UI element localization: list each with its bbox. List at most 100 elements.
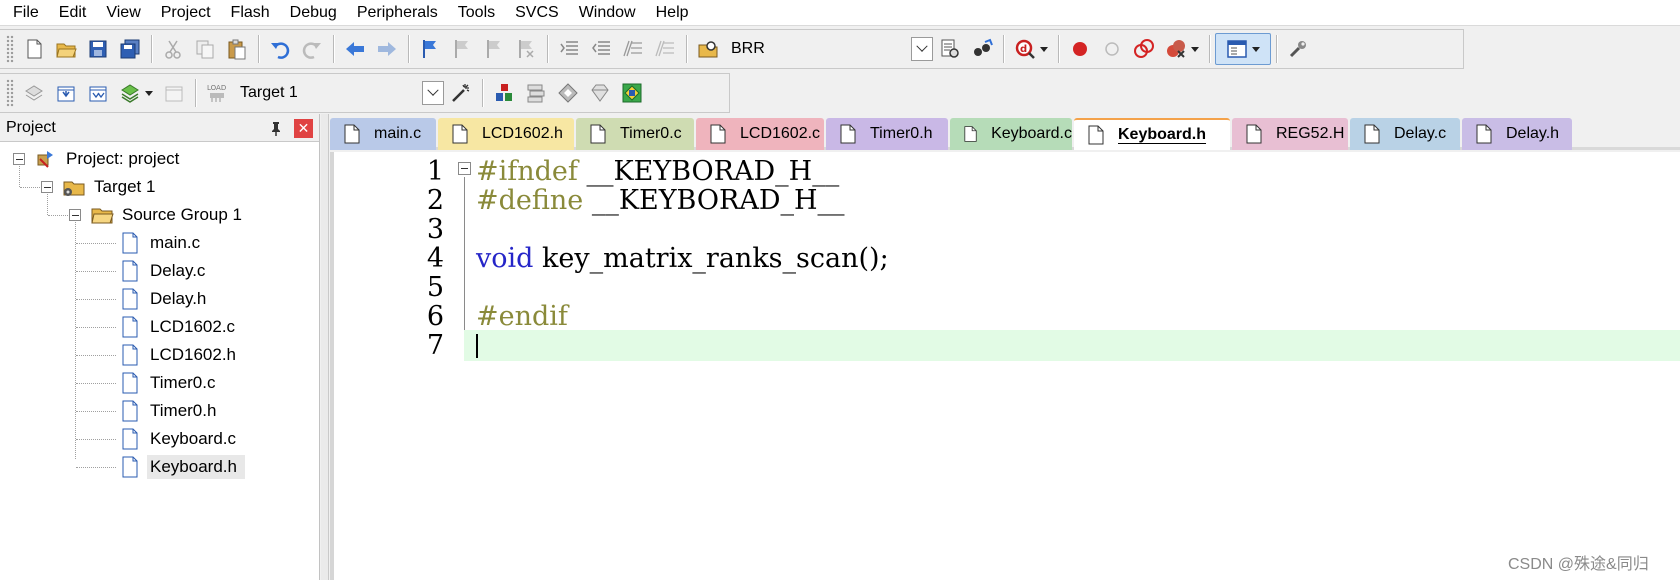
bookmark-clear-button[interactable] [510, 33, 542, 65]
save-button[interactable] [82, 33, 114, 65]
rebuild-button[interactable] [82, 77, 114, 109]
tree-source-group[interactable]: Source Group 1 [90, 201, 242, 229]
cut-button[interactable] [157, 33, 189, 65]
editor-tab[interactable]: Timer0.c [576, 118, 694, 150]
disable-breakpoint-button[interactable] [1096, 33, 1128, 65]
code-line[interactable]: 7 [427, 330, 1680, 361]
translate-button[interactable] [18, 77, 50, 109]
indent-button[interactable] [553, 33, 585, 65]
target-select[interactable]: Target 1 [233, 80, 445, 106]
tree-file-item[interactable]: Delay.h [118, 285, 206, 313]
find-combo-dropdown[interactable] [911, 37, 933, 61]
code-line[interactable]: 3 [334, 214, 1680, 245]
tree-file-item[interactable]: Keyboard.c [118, 425, 236, 453]
menu-view[interactable]: View [97, 1, 151, 25]
navigate-back-button[interactable] [339, 33, 371, 65]
line-number: 7 [426, 330, 444, 361]
menu-debug[interactable]: Debug [281, 1, 348, 25]
copy-button[interactable] [189, 33, 221, 65]
file-extensions-button[interactable] [488, 77, 520, 109]
incremental-find-button[interactable] [966, 33, 998, 65]
editor-tab[interactable]: LCD1602.h [438, 118, 574, 150]
configure-button[interactable] [1282, 33, 1314, 65]
project-tree: Project: project Target 1 Source Group 1… [0, 142, 319, 580]
tree-file-item[interactable]: Timer0.h [118, 397, 216, 425]
tree-file-item[interactable]: LCD1602.c [118, 313, 235, 341]
unindent-button[interactable] [585, 33, 617, 65]
toolbar-grip[interactable] [6, 35, 14, 63]
redo-button[interactable] [296, 33, 328, 65]
pin-icon[interactable] [268, 120, 284, 136]
pack-installer-button[interactable] [584, 77, 616, 109]
batch-build-button[interactable] [114, 77, 158, 109]
bookmark-toggle-button[interactable] [414, 33, 446, 65]
undo-button[interactable] [264, 33, 296, 65]
editor-tab[interactable]: main.c [330, 118, 436, 150]
tree-target[interactable]: Target 1 [62, 173, 155, 201]
code-line[interactable]: 2 #define __KEYBORAD_H__ [334, 185, 1680, 216]
build-button[interactable] [50, 77, 82, 109]
target-select-dropdown[interactable] [422, 81, 444, 105]
code-editor[interactable]: 1 #ifndef __KEYBORAD_H__ 2 #define __KEYBOR… [330, 152, 1680, 580]
menu-edit[interactable]: Edit [50, 1, 98, 25]
menu-peripherals[interactable]: Peripherals [348, 1, 449, 25]
code-line[interactable]: 4 void key_matrix_ranks_scan(); [334, 243, 1680, 274]
manage-books-button[interactable] [520, 77, 552, 109]
save-all-button[interactable] [114, 33, 146, 65]
save-icon [89, 40, 107, 58]
tree-collapse-toggle[interactable] [13, 153, 25, 165]
menu-window[interactable]: Window [570, 1, 647, 25]
find-button[interactable] [934, 33, 966, 65]
open-file-button[interactable] [50, 33, 82, 65]
menu-help[interactable]: Help [647, 1, 700, 25]
tree-file-label: Delay.c [150, 261, 206, 280]
insert-breakpoint-button[interactable] [1064, 33, 1096, 65]
code-line[interactable]: 6 #endif [334, 301, 1680, 332]
panel-splitter[interactable] [321, 114, 329, 580]
find-in-files-button[interactable] [692, 33, 724, 65]
menu-file[interactable]: File [4, 1, 50, 25]
editor-tab[interactable]: Delay.h [1462, 118, 1572, 150]
uncomment-button[interactable] [649, 33, 681, 65]
bookmark-prev-button[interactable] [446, 33, 478, 65]
tree-project-root[interactable]: Project: project [34, 145, 179, 173]
debug-session-button[interactable]: d [1009, 33, 1053, 65]
menu-flash[interactable]: Flash [222, 1, 281, 25]
code-line[interactable]: 5 [334, 272, 1680, 303]
tree-collapse-toggle[interactable] [69, 209, 81, 221]
window-layout-button[interactable] [1215, 33, 1271, 65]
tree-file-item[interactable]: Delay.c [118, 257, 205, 285]
tree-file-item[interactable]: Timer0.c [118, 369, 216, 397]
manage-rte-button[interactable] [552, 77, 584, 109]
tree-collapse-toggle[interactable] [41, 181, 53, 193]
menu-project[interactable]: Project [152, 1, 222, 25]
breakpoint-icon [1073, 42, 1087, 56]
navigate-forward-button[interactable] [371, 33, 403, 65]
tree-file-item-selected[interactable]: Keyboard.h [118, 453, 245, 481]
disable-all-breakpoints-button[interactable] [1128, 33, 1160, 65]
menu-tools[interactable]: Tools [449, 1, 506, 25]
code-line[interactable]: 1 #ifndef __KEYBORAD_H__ [334, 156, 1680, 187]
menu-svcs[interactable]: SVCS [506, 1, 570, 25]
new-file-button[interactable] [18, 33, 50, 65]
editor-tab[interactable]: Keyboard.h [1074, 118, 1230, 150]
editor-tab[interactable]: LCD1602.c [696, 118, 824, 150]
comment-button[interactable] [617, 33, 649, 65]
tree-file-item[interactable]: main.c [118, 229, 200, 257]
kill-all-breakpoints-button[interactable] [1160, 33, 1204, 65]
find-combo[interactable]: BRR [724, 36, 934, 62]
close-icon[interactable]: ✕ [294, 119, 313, 138]
bookmark-next-button[interactable] [478, 33, 510, 65]
stop-build-button[interactable] [158, 77, 190, 109]
download-button[interactable]: LOAD [201, 77, 233, 109]
select-packs-button[interactable] [616, 77, 648, 109]
tree-file-item[interactable]: LCD1602.h [118, 341, 236, 369]
editor-tab[interactable]: Timer0.h [826, 118, 948, 150]
paste-button[interactable] [221, 33, 253, 65]
file-icon [452, 124, 468, 144]
editor-tab[interactable]: Delay.c [1350, 118, 1460, 150]
editor-tab[interactable]: REG52.H [1232, 118, 1348, 150]
toolbar-grip[interactable] [6, 79, 14, 107]
target-options-button[interactable] [445, 77, 477, 109]
editor-tab[interactable]: Keyboard.c [950, 118, 1072, 150]
